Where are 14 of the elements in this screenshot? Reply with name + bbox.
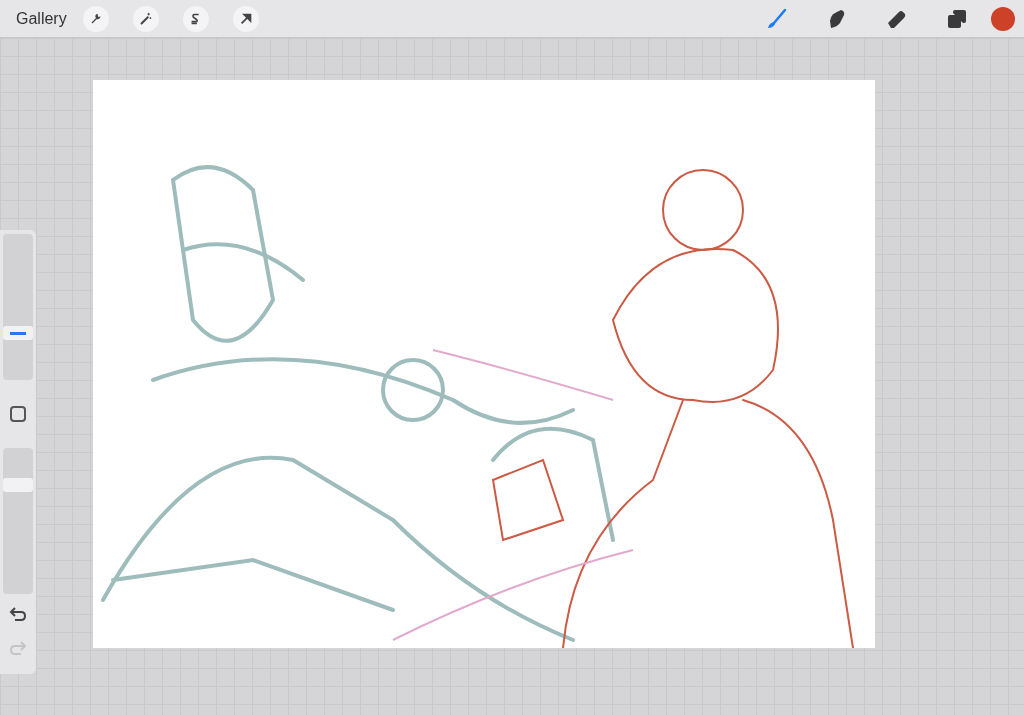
wrench-button[interactable] bbox=[82, 5, 109, 32]
brush-size-slider[interactable] bbox=[3, 234, 33, 380]
color-swatch[interactable] bbox=[991, 6, 1015, 31]
gallery-link[interactable]: Gallery bbox=[16, 6, 67, 31]
selection-button[interactable] bbox=[182, 5, 209, 32]
modify-button[interactable] bbox=[10, 406, 26, 422]
brush-icon bbox=[765, 6, 789, 31]
slider-thumb[interactable] bbox=[3, 326, 33, 341]
undo-button[interactable] bbox=[9, 606, 27, 622]
slider-thumb[interactable] bbox=[3, 478, 33, 493]
opacity-slider[interactable] bbox=[3, 448, 33, 594]
wand-button[interactable] bbox=[132, 5, 159, 32]
brush-tool-button[interactable] bbox=[765, 6, 789, 31]
transform-button[interactable] bbox=[232, 5, 259, 32]
